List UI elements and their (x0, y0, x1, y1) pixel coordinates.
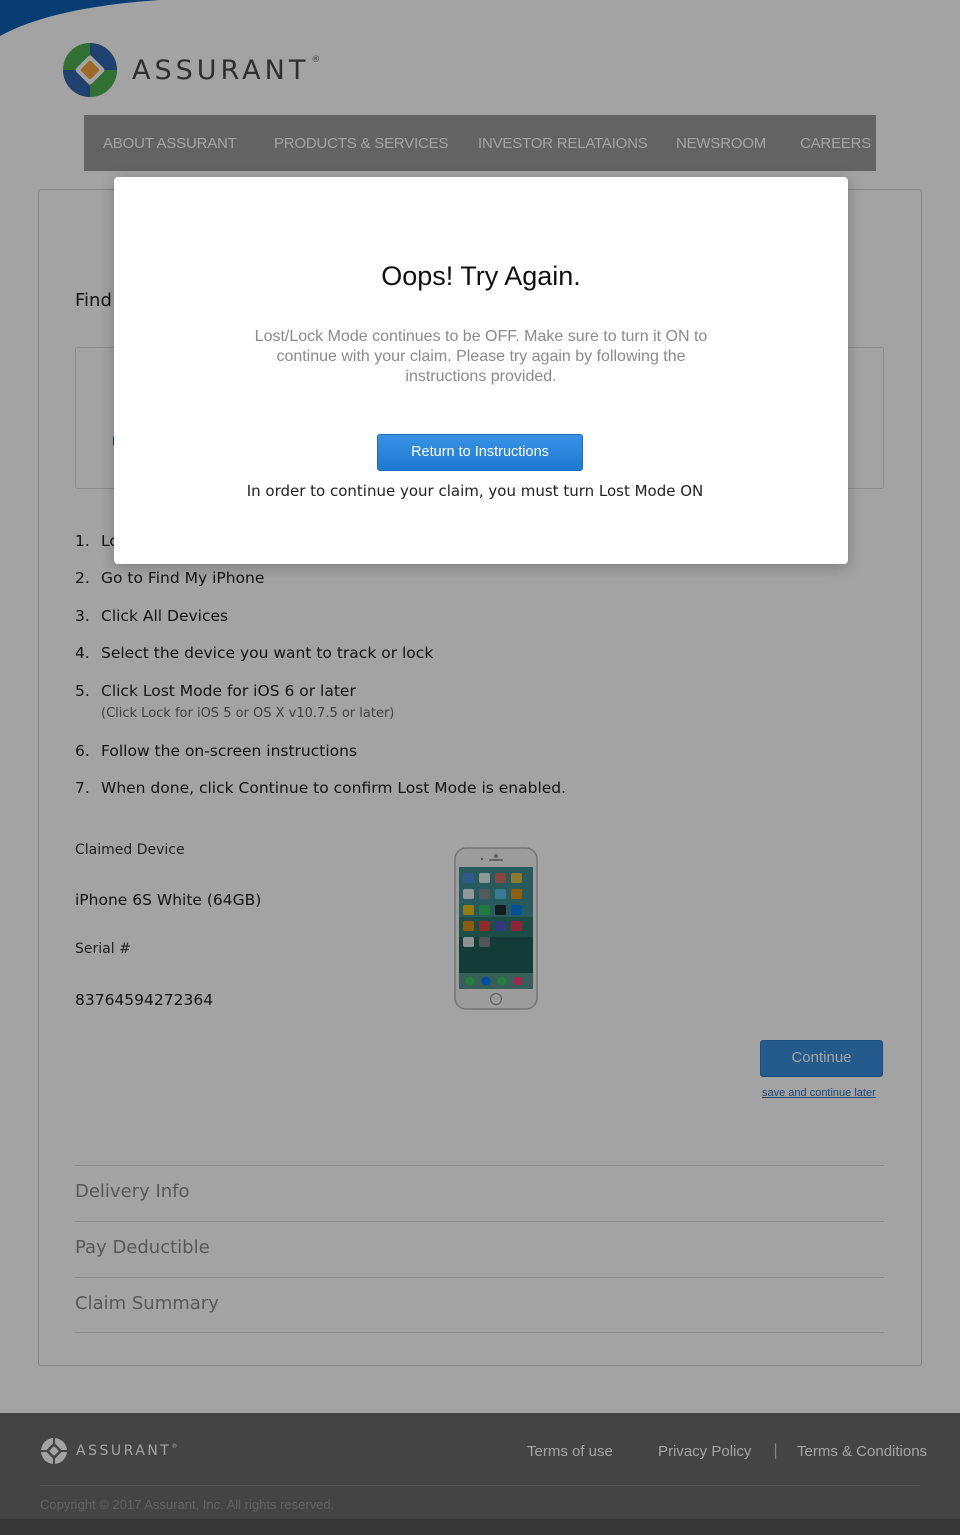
modal-note: In order to continue your claim, you mus… (246, 482, 704, 500)
modal-title: Oops! Try Again. (381, 261, 581, 291)
modal-message: Lost/Lock Mode continues to be OFF. Make… (254, 328, 708, 385)
return-to-instructions-button[interactable]: Return to Instructions (377, 434, 583, 471)
error-modal: Oops! Try Again. Lost/Lock Mode continue… (114, 177, 848, 564)
